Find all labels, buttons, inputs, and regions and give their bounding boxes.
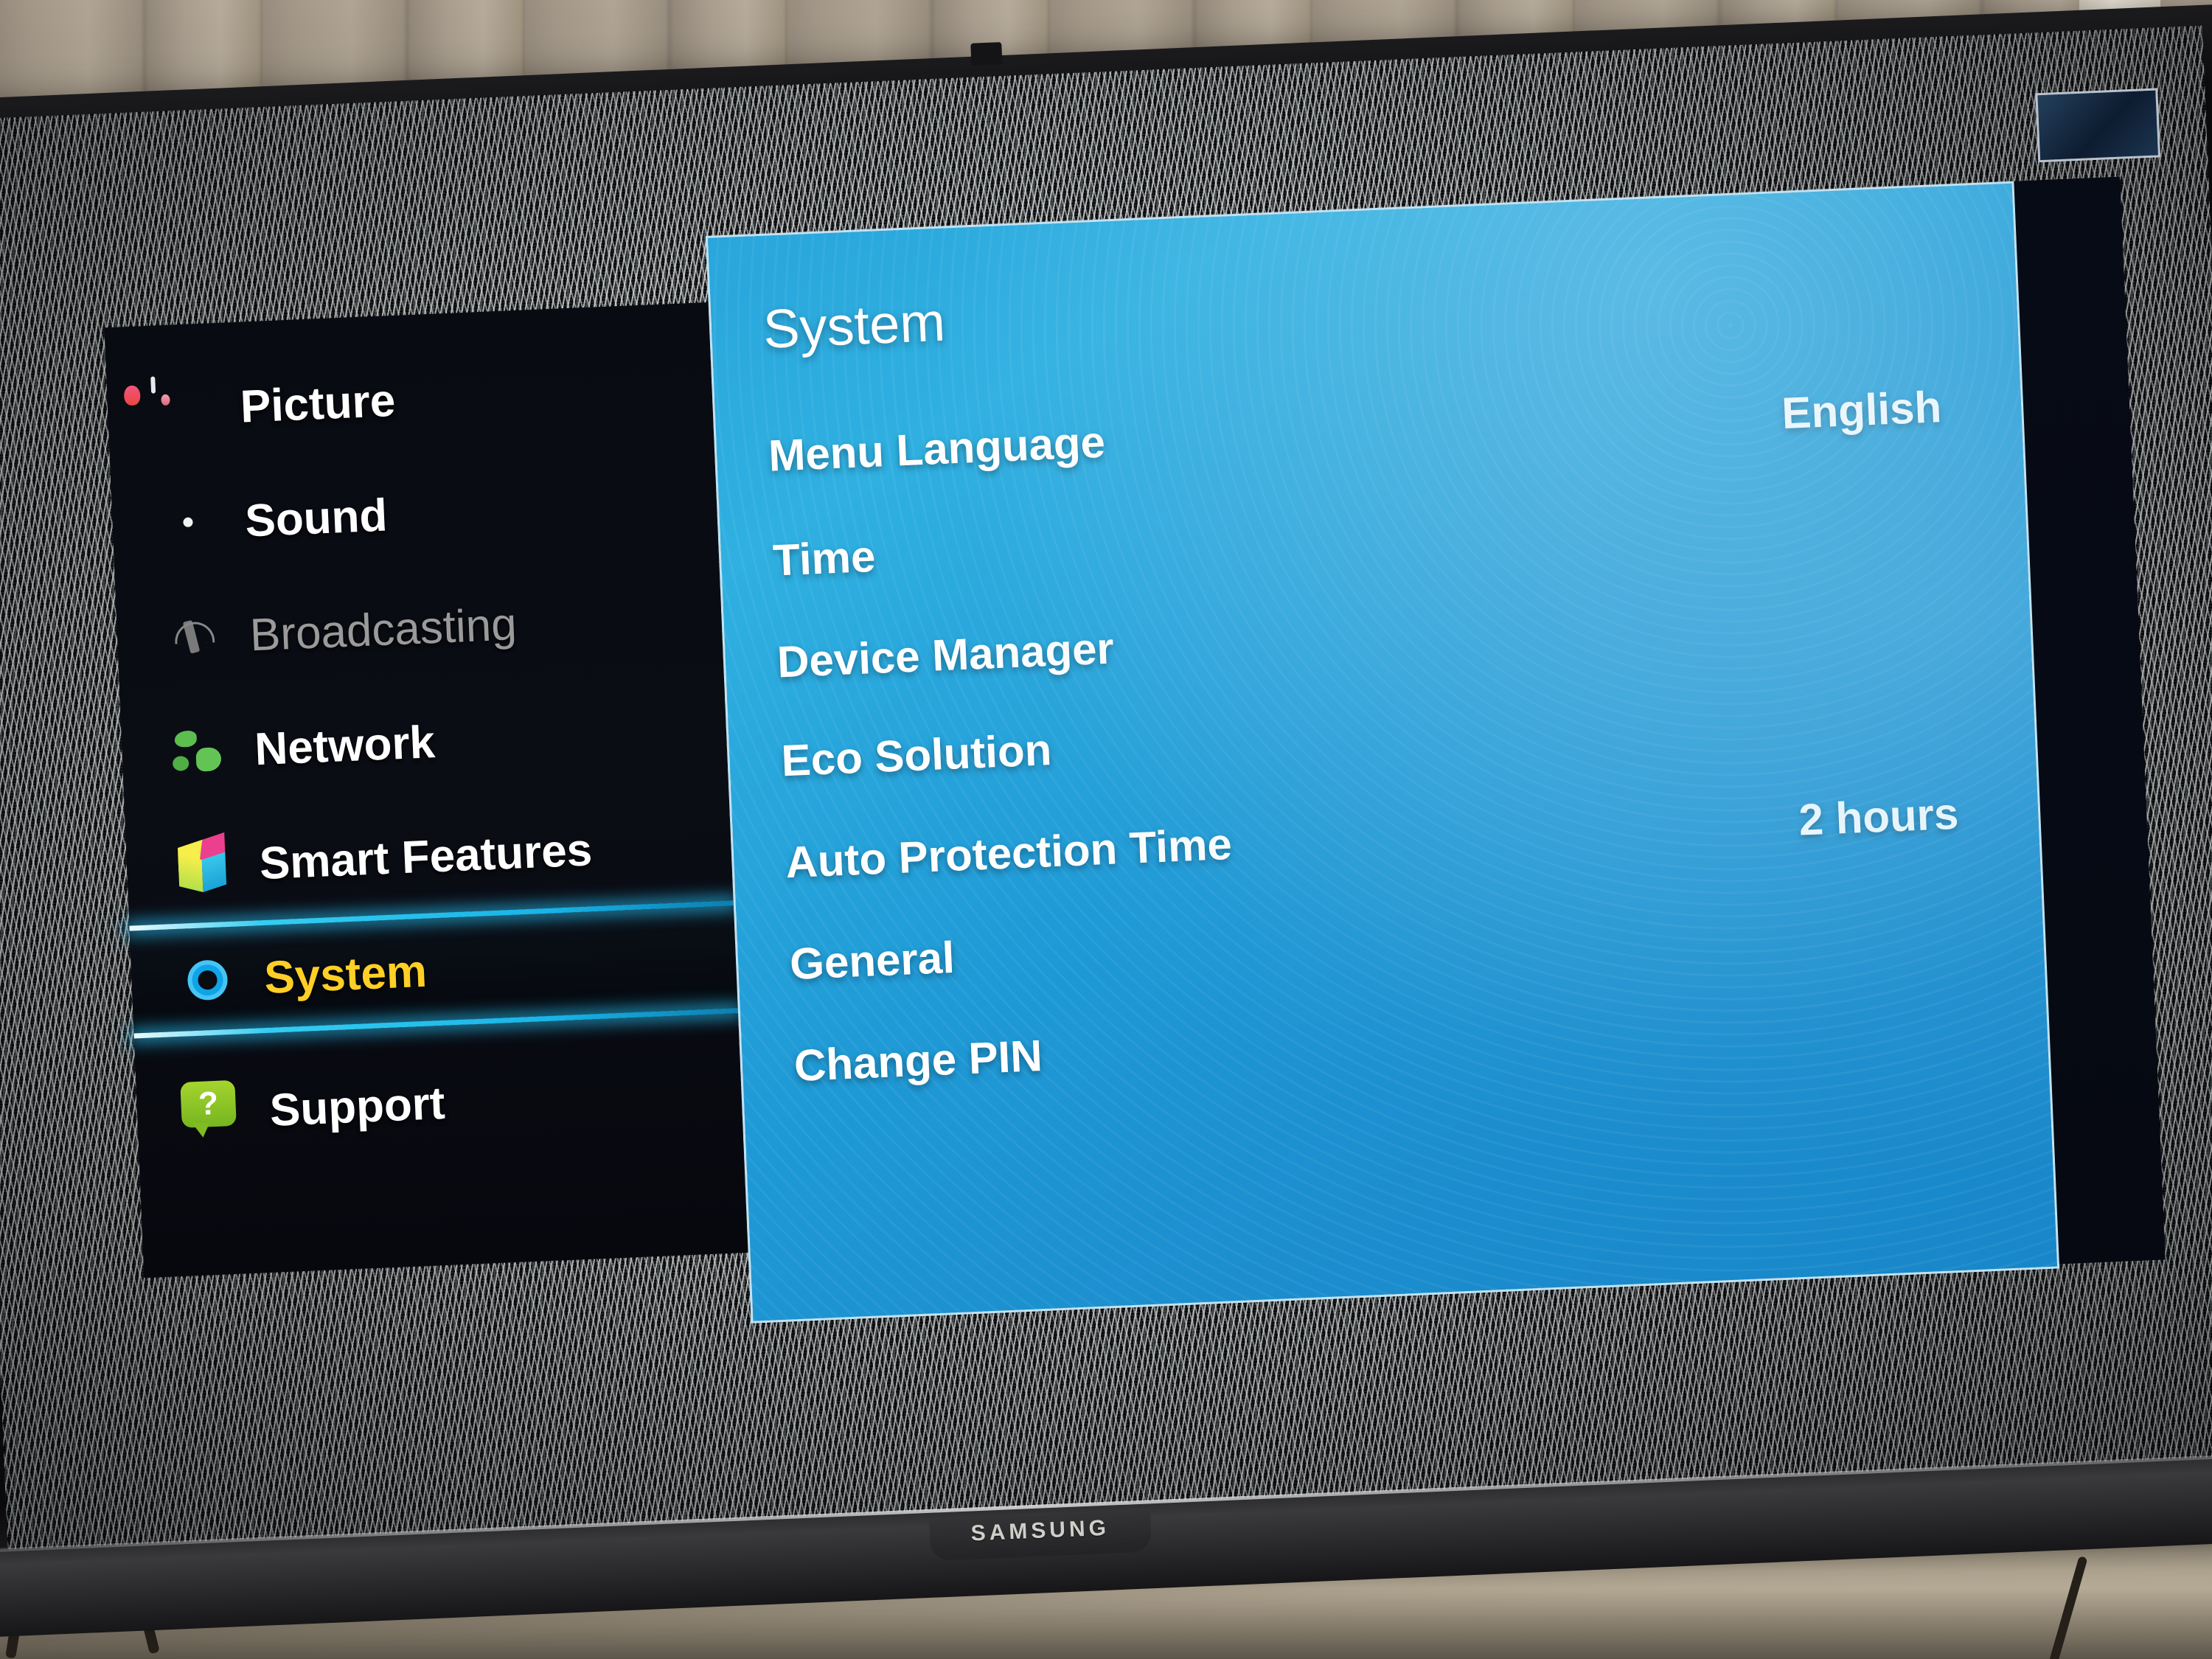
pip-preview-box — [2035, 88, 2161, 163]
setting-row-auto-protection-time[interactable]: Auto Protection Time 2 hours — [785, 782, 1995, 892]
sidebar-item-label: Broadcasting — [248, 598, 518, 661]
sidebar-item-label: Smart Features — [258, 824, 594, 889]
setting-row-eco-solution[interactable]: Eco Solution — [780, 681, 1991, 790]
speaker-icon — [156, 490, 222, 557]
page-title: System — [762, 291, 947, 360]
setting-label: Change PIN — [793, 1030, 1043, 1091]
setting-row-device-manager[interactable]: Device Manager — [776, 582, 1986, 692]
setting-row-time[interactable]: Time — [772, 480, 1983, 590]
tv-screen: Picture Sound Broadcasting Network Smart… — [0, 25, 2212, 1551]
gear-icon — [175, 947, 241, 1013]
screenshot-root: Picture Sound Broadcasting Network Smart… — [0, 0, 2212, 1659]
setting-row-change-pin[interactable]: Change PIN — [793, 985, 2003, 1095]
globe-icon — [165, 719, 232, 785]
sidebar-item-label: Picture — [239, 375, 397, 433]
sidebar-item-label: Sound — [244, 489, 389, 547]
osd-menu: Picture Sound Broadcasting Network Smart… — [102, 176, 2166, 1411]
television: Picture Sound Broadcasting Network Smart… — [0, 4, 2212, 1638]
sidebar-item-broadcasting[interactable]: Broadcasting — [159, 561, 709, 695]
sidebar-item-label: Network — [254, 716, 437, 775]
sidebar-item-label: System — [263, 945, 428, 1004]
setting-label: Auto Protection Time — [785, 818, 1233, 887]
sidebar-item-picture[interactable]: Picture — [123, 333, 700, 466]
cube-icon — [170, 832, 236, 900]
sidebar-item-smart-features[interactable]: Smart Features — [169, 789, 719, 922]
setting-label: Eco Solution — [780, 724, 1053, 785]
setting-row-menu-language[interactable]: Menu Language English — [768, 375, 1978, 485]
tv-camera-nub — [970, 42, 1003, 66]
sidebar-item-network[interactable]: Network — [164, 675, 714, 808]
sidebar-item-label: Support — [268, 1077, 446, 1136]
osd-content-panel: System Menu Language English Time Device… — [705, 181, 2060, 1324]
sidebar-item-system[interactable]: System — [173, 903, 723, 1037]
setting-row-general[interactable]: General — [789, 883, 2000, 993]
setting-label: General — [788, 932, 956, 989]
osd-sidebar: Picture Sound Broadcasting Network Smart… — [104, 302, 748, 1279]
satellite-dish-icon — [160, 605, 226, 671]
sidebar-item-sound[interactable]: Sound — [154, 447, 704, 580]
setting-label: Time — [771, 531, 877, 585]
setting-label: Menu Language — [768, 417, 1107, 481]
picture-icon — [123, 376, 217, 442]
setting-value: 2 hours — [1798, 788, 1960, 845]
setting-value: English — [1781, 381, 1943, 438]
setting-label: Device Manager — [776, 622, 1116, 686]
sidebar-item-support[interactable]: ? Support — [179, 1036, 729, 1169]
question-bubble-icon: ? — [180, 1079, 246, 1146]
